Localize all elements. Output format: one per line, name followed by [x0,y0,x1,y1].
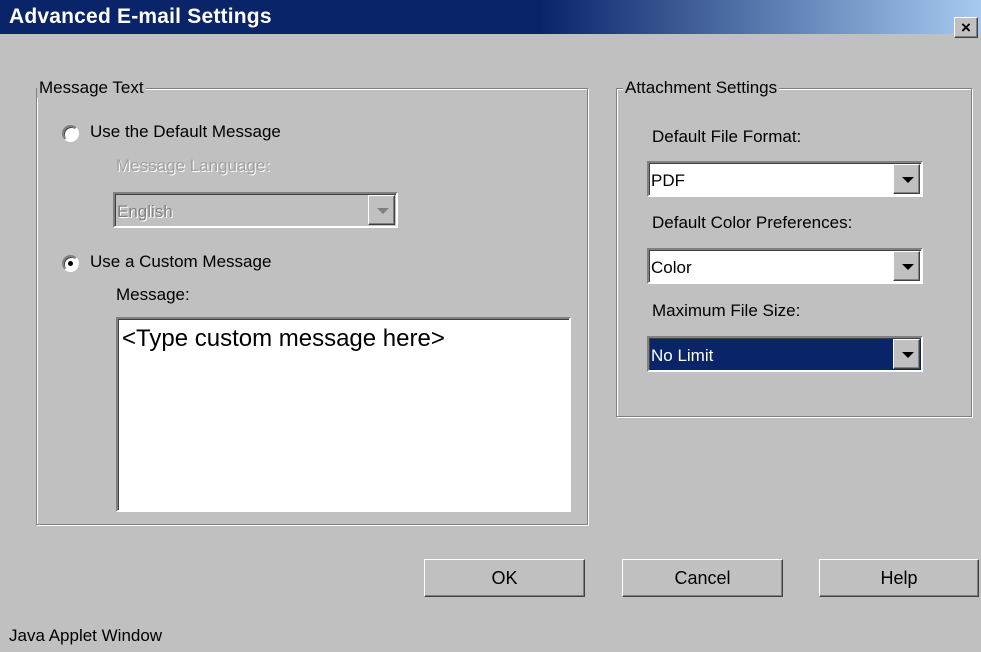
max-file-size-value: No Limit [651,346,714,365]
custom-message-label[interactable]: Use a Custom Message [90,252,271,272]
chevron-down-icon[interactable] [893,339,920,369]
chevron-down-icon[interactable] [893,164,920,194]
file-format-select[interactable]: PDF [647,161,923,197]
message-language-select: English [113,192,398,228]
message-label: Message: [116,285,190,304]
message-language-label: Message Language: [116,156,271,175]
default-message-radio[interactable] [62,125,79,142]
color-preferences-value: Color [651,258,692,277]
chevron-down-icon [368,195,395,225]
cancel-button[interactable]: Cancel [622,559,783,597]
title-bar: Advanced E-mail Settings [0,0,981,34]
help-button[interactable]: Help [819,559,979,597]
max-file-size-label: Maximum File Size: [652,301,801,320]
message-language-value: English [117,202,173,221]
max-file-size-select[interactable]: No Limit [647,336,923,372]
window-title: Advanced E-mail Settings [9,5,272,28]
chevron-down-icon[interactable] [893,251,920,281]
close-button[interactable]: × [954,17,978,38]
custom-message-text: <Type custom message here> [122,325,445,352]
status-text: Java Applet Window [9,626,163,645]
message-text-legend: Message Text [37,78,146,98]
custom-message-radio[interactable] [62,255,79,272]
default-message-label[interactable]: Use the Default Message [90,122,281,142]
close-icon: × [961,18,971,37]
color-preferences-label: Default Color Preferences: [652,213,853,232]
file-format-label: Default File Format: [652,127,802,146]
color-preferences-select[interactable]: Color [647,248,923,284]
ok-button[interactable]: OK [424,559,585,597]
file-format-value: PDF [651,171,685,190]
custom-message-textarea[interactable]: <Type custom message here> [116,317,571,512]
attachment-settings-legend: Attachment Settings [623,78,780,98]
